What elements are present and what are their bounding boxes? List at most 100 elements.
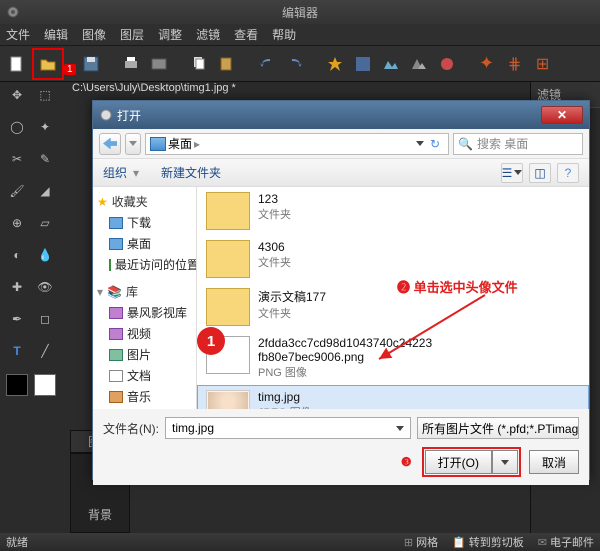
menu-layer[interactable]: 图层 bbox=[120, 26, 144, 43]
menu-view[interactable]: 查看 bbox=[234, 26, 258, 43]
sidebar-music[interactable]: 音乐 bbox=[97, 386, 192, 407]
sidebar-desktop[interactable]: 桌面 bbox=[97, 233, 192, 254]
blur-tool[interactable]: ◐ bbox=[6, 244, 28, 266]
file-item-selected[interactable]: timg.jpgJPEG 图像13.8 KB bbox=[197, 385, 589, 409]
marquee-tool[interactable]: ⬚ bbox=[34, 84, 56, 106]
menu-adjust[interactable]: 调整 bbox=[158, 26, 182, 43]
copy-button[interactable] bbox=[186, 51, 212, 77]
document-tab[interactable]: C:\Users\July\Desktop\timg1.jpg * bbox=[72, 82, 236, 100]
paste-button[interactable] bbox=[214, 51, 240, 77]
open-button[interactable]: 打开(O) bbox=[425, 450, 492, 474]
status-clipboard[interactable]: 📋转到剪切板 bbox=[452, 534, 524, 550]
filename-input[interactable]: timg.jpg bbox=[165, 417, 411, 439]
wand-tool[interactable]: ✦ bbox=[34, 116, 56, 138]
grid-btn-1[interactable]: ✦ bbox=[474, 51, 500, 77]
view-mode-button[interactable]: ☰ bbox=[501, 163, 523, 183]
bucket-tool[interactable]: ◢ bbox=[34, 180, 56, 202]
file-item[interactable]: 2fdda3cc7cd98d1043740c24223fb80e7bec9006… bbox=[197, 331, 589, 385]
file-item[interactable]: 123文件夹 bbox=[197, 187, 589, 235]
effect-button-3[interactable] bbox=[378, 51, 404, 77]
text-tool[interactable]: T bbox=[6, 340, 28, 362]
tool-palette: ✥ ⬚ ◯ ✦ ✂ ✎ 🖌 ◢ ⊕ ▱ ◐ 💧 ✚ 👁 ✒ ◻ T ╱ bbox=[2, 82, 64, 533]
lasso-tool[interactable]: ◯ bbox=[6, 116, 28, 138]
menu-help[interactable]: 帮助 bbox=[272, 26, 296, 43]
menu-image[interactable]: 图像 bbox=[82, 26, 106, 43]
breadcrumb[interactable]: 桌面 ▸ ↻ bbox=[145, 133, 449, 155]
nav-back-button[interactable] bbox=[99, 133, 121, 155]
organize-button[interactable]: 组织 bbox=[103, 164, 127, 181]
new-folder-button[interactable]: 新建文件夹 bbox=[161, 164, 221, 181]
file-item[interactable]: 演示文稿177文件夹 bbox=[197, 283, 589, 331]
app-titlebar: 编辑器 bbox=[0, 0, 600, 24]
refresh-icon[interactable]: ↻ bbox=[430, 137, 440, 151]
eraser-tool[interactable]: ▱ bbox=[34, 212, 56, 234]
file-item[interactable]: 4306文件夹 bbox=[197, 235, 589, 283]
brush-tool[interactable]: 🖌 bbox=[6, 180, 28, 202]
print-button[interactable] bbox=[118, 51, 144, 77]
favorites-header[interactable]: ★收藏夹 bbox=[97, 193, 192, 210]
drop-tool[interactable]: 💧 bbox=[34, 244, 56, 266]
menubar: 文件 编辑 图像 图层 调整 滤镜 查看 帮助 bbox=[0, 24, 600, 46]
move-tool[interactable]: ✥ bbox=[6, 84, 28, 106]
folder-icon bbox=[206, 288, 250, 326]
chevron-right-icon[interactable]: ▸ bbox=[194, 137, 200, 151]
shape-tool[interactable]: ◻ bbox=[34, 308, 56, 330]
fg-color[interactable] bbox=[6, 374, 28, 396]
annotation-step-1: 1 bbox=[197, 327, 225, 355]
filetype-select[interactable]: 所有图片文件 (*.pfd;*.PTimag bbox=[417, 417, 579, 439]
redo-button[interactable] bbox=[282, 51, 308, 77]
annotation-step-3: ❸ bbox=[401, 455, 412, 469]
open-file-button[interactable] bbox=[35, 51, 61, 77]
search-placeholder: 搜索 桌面 bbox=[477, 135, 528, 152]
sidebar-video[interactable]: 视频 bbox=[97, 323, 192, 344]
sidebar-downloads[interactable]: 下载 bbox=[97, 212, 192, 233]
file-list[interactable]: 123文件夹 4306文件夹 演示文稿177文件夹 2fdda3cc7cd98d… bbox=[197, 187, 589, 409]
eyedropper-tool[interactable]: ✎ bbox=[34, 148, 56, 170]
dialog-footer: 文件名(N): timg.jpg 所有图片文件 (*.pfd;*.PTimag … bbox=[93, 409, 589, 485]
nav-forward-button[interactable] bbox=[125, 133, 141, 155]
dialog-toolbar: 组织 ▾ 新建文件夹 ☰ ◫ ? bbox=[93, 159, 589, 187]
library-header[interactable]: ▾📚库 bbox=[97, 283, 192, 300]
new-file-button[interactable] bbox=[4, 51, 30, 77]
save-button[interactable] bbox=[78, 51, 104, 77]
heal-tool[interactable]: ✚ bbox=[6, 276, 28, 298]
menu-edit[interactable]: 编辑 bbox=[44, 26, 68, 43]
scan-button[interactable] bbox=[146, 51, 172, 77]
filename-label: 文件名(N): bbox=[103, 420, 159, 437]
menu-filter[interactable]: 滤镜 bbox=[196, 26, 220, 43]
desktop-icon bbox=[150, 137, 166, 151]
annotation-step-2: ❷ 单击选中头像文件 bbox=[397, 277, 518, 296]
help-button[interactable]: ? bbox=[557, 163, 579, 183]
statusbar: 就绪 ⊞网格 📋转到剪切板 ✉电子邮件 bbox=[0, 533, 600, 551]
dialog-sidebar: ★收藏夹 下载 桌面 最近访问的位置 ▾📚库 暴风影视库 视频 图片 文档 音乐… bbox=[93, 187, 197, 409]
preview-pane-button[interactable]: ◫ bbox=[529, 163, 551, 183]
crop-tool[interactable]: ✂ bbox=[6, 148, 28, 170]
undo-button[interactable] bbox=[254, 51, 280, 77]
effect-button-1[interactable] bbox=[322, 51, 348, 77]
image-thumbnail bbox=[206, 390, 250, 409]
sidebar-documents[interactable]: 文档 bbox=[97, 365, 192, 386]
redeye-tool[interactable]: 👁 bbox=[34, 276, 56, 298]
effect-button-2[interactable] bbox=[350, 51, 376, 77]
menu-file[interactable]: 文件 bbox=[6, 26, 30, 43]
breadcrumb-dropdown[interactable] bbox=[416, 141, 424, 146]
line-tool[interactable]: ╱ bbox=[34, 340, 56, 362]
open-dropdown[interactable] bbox=[492, 450, 518, 474]
dialog-close-button[interactable]: ✕ bbox=[541, 106, 583, 124]
pen-tool[interactable]: ✒ bbox=[6, 308, 28, 330]
grid-btn-2[interactable]: ⋕ bbox=[502, 51, 528, 77]
cancel-button[interactable]: 取消 bbox=[529, 450, 579, 474]
effect-button-5[interactable] bbox=[434, 51, 460, 77]
sidebar-youku[interactable]: 优酷影视库 bbox=[97, 407, 192, 409]
status-email[interactable]: ✉电子邮件 bbox=[538, 534, 594, 550]
effect-button-4[interactable] bbox=[406, 51, 432, 77]
status-grid[interactable]: ⊞网格 bbox=[404, 534, 438, 550]
search-input[interactable]: 🔍 搜索 桌面 bbox=[453, 133, 583, 155]
grid-btn-3[interactable]: ⊞ bbox=[530, 51, 556, 77]
dialog-navbar: 桌面 ▸ ↻ 🔍 搜索 桌面 bbox=[93, 129, 589, 159]
bg-color[interactable] bbox=[34, 374, 56, 396]
sidebar-recent[interactable]: 最近访问的位置 bbox=[97, 254, 192, 275]
sidebar-stormvideo[interactable]: 暴风影视库 bbox=[97, 302, 192, 323]
sidebar-pictures[interactable]: 图片 bbox=[97, 344, 192, 365]
stamp-tool[interactable]: ⊕ bbox=[6, 212, 28, 234]
